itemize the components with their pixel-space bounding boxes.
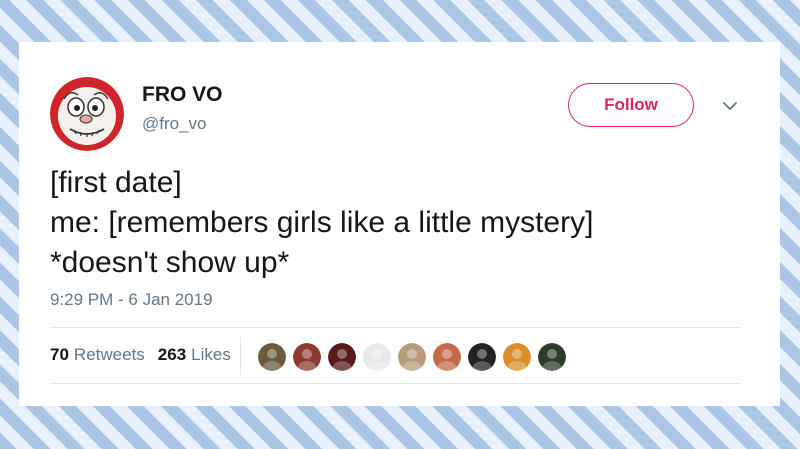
profile-avatar[interactable]	[50, 77, 124, 151]
liker-avatar[interactable]	[257, 342, 287, 372]
likes-stat[interactable]: 263 Likes	[158, 345, 231, 365]
liker-avatar-icon	[433, 343, 461, 371]
liker-avatar[interactable]	[362, 342, 392, 372]
tweet-text: [first date] me: [remembers girls like a…	[50, 163, 750, 283]
follow-button[interactable]: Follow	[568, 83, 694, 127]
tweet-line: [first date]	[50, 166, 182, 199]
cartoon-face-icon	[50, 77, 124, 151]
engagement-stats: 70 Retweets 263 Likes	[50, 345, 231, 365]
liker-avatar[interactable]	[537, 342, 567, 372]
liker-avatar-icon	[328, 343, 356, 371]
chevron-down-icon	[723, 102, 737, 110]
liker-avatar[interactable]	[292, 342, 322, 372]
liker-avatar[interactable]	[502, 342, 532, 372]
retweets-label: Retweets	[73, 345, 145, 364]
liker-avatar[interactable]	[432, 342, 462, 372]
likes-label: Likes	[191, 345, 231, 364]
divider	[50, 383, 740, 384]
more-options-button[interactable]	[718, 94, 742, 118]
retweets-count: 70	[50, 345, 69, 364]
liker-avatar[interactable]	[467, 342, 497, 372]
tweet-card: FRO VO @fro_vo Follow [first date] me: […	[19, 42, 780, 406]
divider	[50, 327, 740, 328]
liker-avatar-icon	[363, 343, 391, 371]
liker-avatar-icon	[468, 343, 496, 371]
likes-count: 263	[157, 345, 187, 364]
liker-avatar-icon	[293, 343, 321, 371]
retweets-stat[interactable]: 70 Retweets	[50, 345, 145, 365]
user-handle[interactable]: @fro_vo	[142, 114, 207, 134]
display-name[interactable]: FRO VO	[142, 83, 223, 107]
liker-avatar[interactable]	[397, 342, 427, 372]
stats-separator	[240, 337, 241, 375]
liker-avatar[interactable]	[327, 342, 357, 372]
liker-avatar-icon	[503, 343, 531, 371]
liker-avatar-icon	[538, 343, 566, 371]
tweet-line: *doesn't show up*	[50, 246, 290, 279]
liker-avatar-icon	[398, 343, 426, 371]
liker-avatars	[257, 342, 572, 372]
liker-avatar-icon	[258, 343, 286, 371]
tweet-line: me: [remembers girls like a little myste…	[50, 206, 594, 239]
tweet-timestamp[interactable]: 9:29 PM - 6 Jan 2019	[50, 290, 213, 310]
